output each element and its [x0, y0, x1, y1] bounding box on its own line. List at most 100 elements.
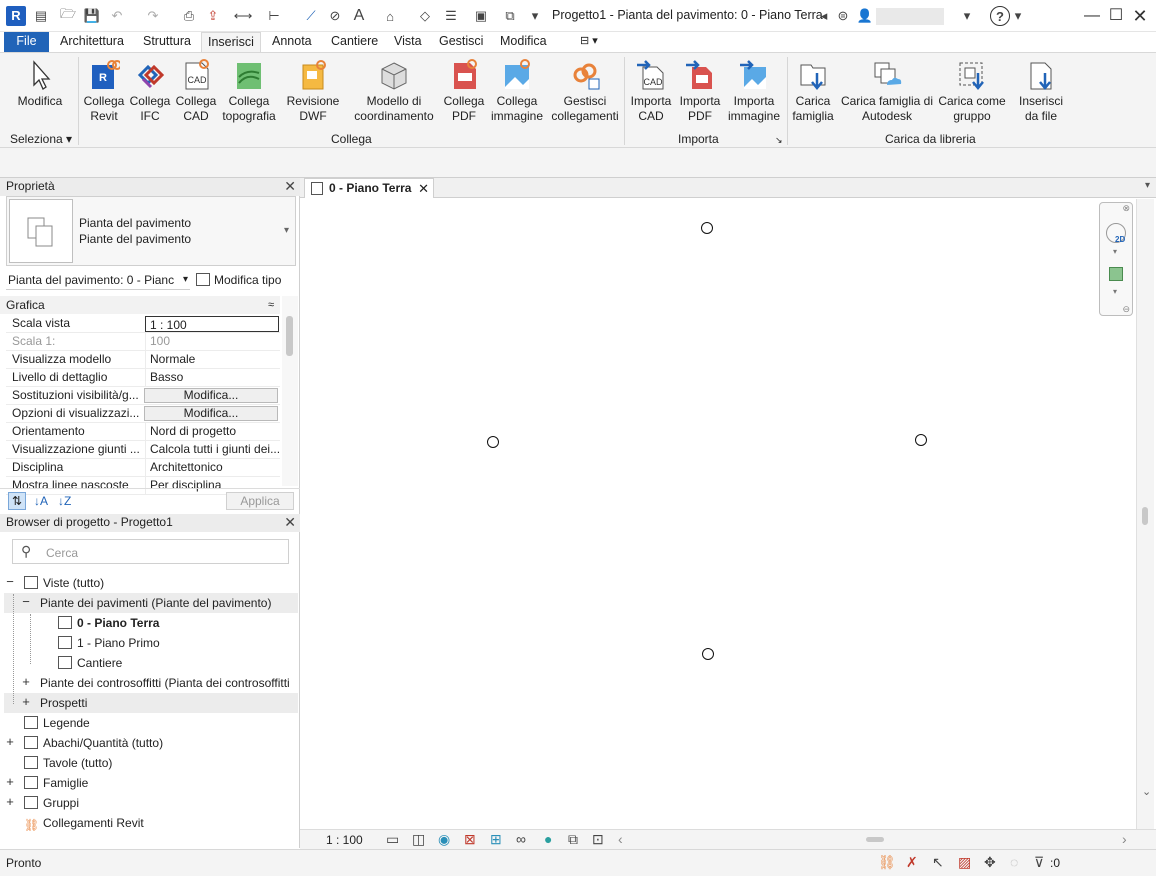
chevron-down-icon[interactable]: ▾ [1113, 247, 1117, 256]
panel-seleziona[interactable]: Seleziona ▾ [10, 132, 72, 146]
select-links-icon[interactable]: ⛓ [878, 854, 896, 871]
importa-immagine-button[interactable]: Importa immagine [724, 59, 784, 124]
select-pinned-icon[interactable]: ↖ [932, 854, 944, 871]
close-icon[interactable]: ✕ [418, 179, 429, 198]
tab-cantiere[interactable]: Cantiere [325, 32, 384, 52]
detail-level-icon[interactable]: ▭ [386, 831, 399, 848]
property-group-grafica[interactable]: Grafica ≈ [0, 296, 280, 314]
save-icon[interactable]: 💾 [83, 6, 101, 26]
sun-path-icon[interactable]: ◉ [438, 831, 450, 848]
tab-architettura[interactable]: Architettura [54, 32, 130, 52]
tree-item[interactable]: Piante dei controsoffitti (Pianta dei co… [40, 673, 290, 693]
search-input[interactable]: ⚲ Cerca [12, 539, 289, 564]
binoculars-icon[interactable]: ⊜ [834, 6, 852, 26]
zoom-region-icon[interactable] [1109, 267, 1123, 281]
home-icon[interactable]: ▤ [32, 6, 50, 26]
temporary-hide-icon[interactable]: ● [544, 831, 552, 847]
tree-item[interactable]: ⛓ Collegamenti Revit [24, 813, 144, 833]
redo-icon[interactable]: ↷ [144, 6, 162, 26]
scroll-right-icon[interactable]: › [1122, 831, 1127, 847]
property-value[interactable]: Nord di progetto [145, 423, 279, 440]
property-row[interactable]: Sostituzioni visibilità/g... Modifica... [6, 387, 280, 405]
measure-icon[interactable]: ⟷ [234, 6, 253, 26]
chevron-down-icon[interactable]: ▾ [1113, 287, 1117, 296]
tree-item[interactable]: 1 - Piano Primo [58, 633, 160, 653]
user-icon[interactable]: 👤 [856, 6, 874, 26]
view-tab-piano-terra[interactable]: 0 - Piano Terra ✕ [304, 178, 434, 198]
expand-icon[interactable]: + [4, 774, 16, 789]
filter-icon[interactable]: ⊽ [1034, 854, 1044, 871]
tree-item[interactable]: Prospetti [40, 693, 87, 713]
chevron-down-icon[interactable]: ▾ [284, 225, 289, 236]
tab-list-icon[interactable]: ▾ [1145, 180, 1150, 191]
crop-view-icon[interactable]: ⊞ [490, 831, 502, 848]
close-hidden-icon[interactable]: ▣ [472, 6, 490, 26]
importa-cad-button[interactable]: CAD Importa CAD [626, 59, 676, 124]
maximize-icon[interactable]: ☐ [1106, 6, 1126, 26]
property-row[interactable]: Livello di dettaglio Basso [6, 369, 280, 387]
collega-pdf-button[interactable]: Collega PDF [440, 59, 488, 124]
property-edit-button[interactable]: Modifica... [144, 406, 278, 421]
show-crop-icon[interactable]: ∞ [516, 831, 526, 847]
collega-immagine-button[interactable]: Collega immagine [488, 59, 546, 124]
type-selector[interactable]: Pianta del pavimento Piante del paviment… [6, 196, 296, 266]
3d-view-icon[interactable]: ⌂ [380, 6, 400, 26]
drawing-canvas[interactable] [302, 199, 1136, 829]
options-icon[interactable]: ⊖ [1122, 304, 1130, 315]
help-dropdown-icon[interactable]: ▾ [1012, 6, 1024, 26]
property-row[interactable]: Visualizza modello Normale [6, 351, 280, 369]
tree-item[interactable]: 0 - Piano Terra [58, 613, 159, 633]
property-value[interactable]: 100 [145, 333, 279, 350]
modello-coordinamento-button[interactable]: Modello di coordinamento [348, 59, 440, 124]
tree-item[interactable]: Abachi/Quantità (tutto) [24, 733, 163, 753]
sort-ascending-icon[interactable]: ↓A [34, 494, 48, 508]
drag-elements-icon[interactable]: ✥ [984, 854, 996, 871]
importa-pdf-button[interactable]: Importa PDF [676, 59, 724, 124]
tree-item[interactable]: Famiglie [24, 773, 88, 793]
collega-topografia-button[interactable]: Collega topografia [220, 59, 278, 124]
customize-qat-icon[interactable]: ▾ [528, 6, 542, 26]
vertical-scrollbar[interactable]: ⌄ [1136, 199, 1154, 829]
shadows-icon[interactable]: ⊠ [464, 831, 476, 848]
undo-icon[interactable]: ↶ [108, 6, 126, 26]
tree-item[interactable]: Piante dei pavimenti (Piante del pavimen… [40, 593, 271, 613]
close-icon[interactable]: ✕ [284, 514, 296, 531]
tab-vista[interactable]: Vista [388, 32, 428, 52]
gestisci-collegamenti-button[interactable]: Gestisci collegamenti [548, 59, 622, 124]
switch-windows-icon[interactable]: ⧉ [498, 6, 522, 26]
carica-famiglia-autodesk-button[interactable]: Carica famiglia di Autodesk [838, 59, 936, 124]
collega-ifc-button[interactable]: Collega IFC [128, 59, 172, 124]
tree-item[interactable]: Legende [24, 713, 90, 733]
tab-annota[interactable]: Annota [266, 32, 318, 52]
property-row[interactable]: Opzioni di visualizzazi... Modifica... [6, 405, 280, 423]
property-value[interactable]: Architettonico [145, 459, 279, 476]
chevron-down-icon[interactable]: ▾ [960, 6, 974, 26]
analysis-display-icon[interactable]: ⊡ [592, 831, 604, 848]
instance-filter-dropdown[interactable]: Pianta del pavimento: 0 - Pianc ▾ [6, 270, 190, 290]
visual-style-icon[interactable]: ◫ [412, 831, 425, 848]
tree-item[interactable]: Tavole (tutto) [24, 753, 112, 773]
edit-type-button[interactable]: Modifica tipo [196, 270, 281, 290]
text-icon[interactable]: A [350, 6, 368, 26]
help-icon[interactable]: ? [990, 6, 1010, 26]
sort-grouped-icon[interactable]: ⇅ [8, 492, 26, 510]
user-name-box[interactable] [876, 8, 944, 25]
ribbon-display-toggle-icon[interactable]: ⊟ ▾ [574, 32, 604, 52]
carica-famiglia-button[interactable]: Carica famiglia [790, 59, 836, 124]
expand-icon[interactable]: + [20, 694, 32, 709]
property-value[interactable]: 1 : 100 [145, 316, 279, 332]
tag-icon[interactable]: ⟋ [302, 6, 320, 26]
reveal-hidden-icon[interactable]: ⧉ [568, 831, 578, 848]
property-value[interactable]: Basso [145, 369, 279, 386]
tab-modifica[interactable]: Modifica [494, 32, 553, 52]
property-edit-button[interactable]: Modifica... [144, 388, 278, 403]
select-underlay-icon[interactable]: ✗ [906, 854, 918, 871]
expand-icon[interactable]: + [20, 674, 32, 689]
panel-launcher-icon[interactable]: ↘ [775, 135, 783, 146]
close-icon[interactable]: ✕ [284, 178, 296, 195]
select-by-face-icon[interactable]: ▨ [958, 854, 971, 871]
collapse-icon[interactable]: − [20, 594, 32, 609]
expand-icon[interactable]: + [4, 734, 16, 749]
inserisci-da-file-button[interactable]: Inserisci da file [1012, 59, 1070, 124]
angle-icon[interactable]: ⊘ [326, 6, 344, 26]
